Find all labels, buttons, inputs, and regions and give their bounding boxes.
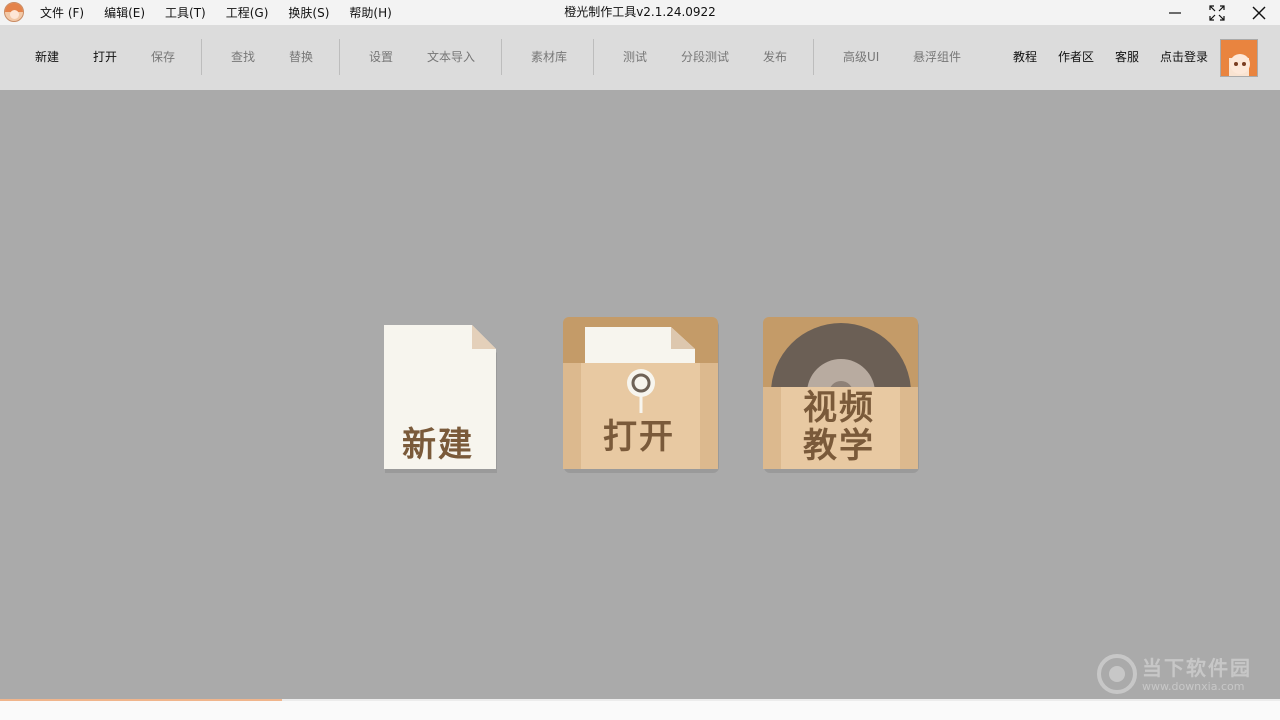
menu-tools[interactable]: 工具(T) (165, 4, 206, 21)
settings-button[interactable]: 设置 (369, 25, 393, 90)
toolbar: 新建 打开 保存 查找 替换 设置 文本导入 素材库 测试 分段测试 发布 高级… (0, 25, 1280, 90)
open-button[interactable]: 打开 (93, 25, 117, 90)
menu-file[interactable]: 文件 (F) (40, 4, 84, 21)
workspace: 新建 打开 视频 教学 (0, 90, 1280, 699)
author-zone-link[interactable]: 作者区 (1058, 25, 1094, 90)
support-link[interactable]: 客服 (1115, 25, 1139, 90)
progress-fill (0, 699, 282, 701)
publish-button[interactable]: 发布 (763, 25, 787, 90)
advanced-ui-button[interactable]: 高级UI (843, 25, 879, 90)
progress-track (0, 699, 1280, 701)
tutorial-link[interactable]: 教程 (1013, 25, 1037, 90)
text-import-button[interactable]: 文本导入 (427, 25, 475, 90)
toolbar-divider (501, 39, 502, 75)
video-tile-label-line2: 教学 (803, 426, 875, 466)
toolbar-divider (339, 39, 340, 75)
find-button[interactable]: 查找 (231, 25, 255, 90)
video-tile-label-line1: 视频 (803, 388, 875, 428)
new-tile-label: 新建 (402, 425, 474, 465)
toolbar-divider (813, 39, 814, 75)
app-avatar-icon[interactable] (4, 2, 24, 22)
new-button[interactable]: 新建 (35, 25, 59, 90)
open-tile-label: 打开 (603, 417, 675, 457)
watermark-logo-icon (1097, 654, 1137, 694)
menu-edit[interactable]: 编辑(E) (104, 4, 145, 21)
toolbar-divider (593, 39, 594, 75)
menu-bar: 文件 (F) 编辑(E) 工具(T) 工程(G) 换肤(S) 帮助(H) 橙光制… (0, 0, 1280, 25)
minimize-icon[interactable] (1154, 0, 1196, 25)
menu-skin[interactable]: 换肤(S) (288, 4, 329, 21)
login-link[interactable]: 点击登录 (1160, 25, 1208, 90)
maximize-icon[interactable] (1196, 0, 1238, 25)
watermark-url: www.downxia.com (1142, 680, 1245, 693)
video-tile-label: 视频 教学 (803, 389, 875, 465)
replace-button[interactable]: 替换 (289, 25, 313, 90)
toolbar-divider (201, 39, 202, 75)
user-avatar[interactable] (1220, 39, 1258, 77)
status-bar (0, 699, 1280, 720)
watermark: 当下软件园 www.downxia.com (1096, 650, 1276, 700)
menu-help[interactable]: 帮助(H) (349, 4, 391, 21)
menu-project[interactable]: 工程(G) (226, 4, 269, 21)
close-icon[interactable] (1238, 0, 1280, 25)
menu-items: 文件 (F) 编辑(E) 工具(T) 工程(G) 换肤(S) 帮助(H) (30, 0, 402, 25)
open-project-tile[interactable]: 打开 (563, 317, 719, 473)
test-button[interactable]: 测试 (623, 25, 647, 90)
save-button[interactable]: 保存 (151, 25, 175, 90)
video-tutorial-tile[interactable]: 视频 教学 (763, 317, 919, 473)
watermark-text: 当下软件园 (1142, 656, 1252, 680)
window-controls (1154, 0, 1280, 25)
asset-library-button[interactable]: 素材库 (531, 25, 567, 90)
segment-test-button[interactable]: 分段测试 (681, 25, 729, 90)
new-project-tile[interactable]: 新建 (384, 325, 498, 473)
floating-widget-button[interactable]: 悬浮组件 (913, 25, 961, 90)
